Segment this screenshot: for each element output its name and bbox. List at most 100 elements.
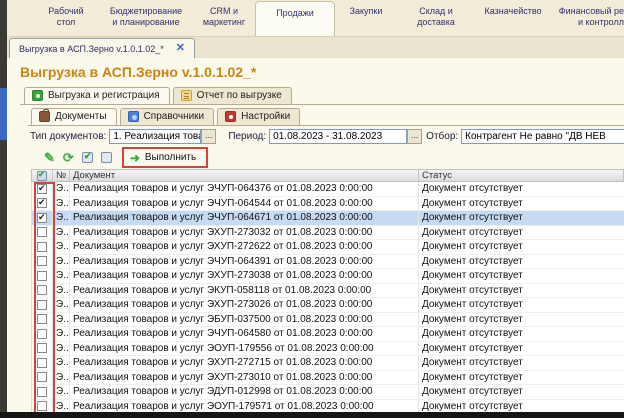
table-row[interactable]: Э.. Реализация товаров и услуг ЭОУП-1795… xyxy=(32,342,624,357)
row-checkbox-cell[interactable] xyxy=(32,327,53,341)
menu-item-desktop[interactable]: Рабочий стол xyxy=(33,0,99,36)
table-row[interactable]: Э.. Реализация товаров и услуг ЭХУП-2730… xyxy=(32,269,624,284)
row-checkbox-cell[interactable] xyxy=(32,400,53,414)
refresh-icon[interactable]: ⟳ xyxy=(63,151,74,164)
execute-button[interactable]: Выполнить xyxy=(145,152,196,163)
menu-item-treasury[interactable]: Казначейство xyxy=(475,0,551,36)
tab-documents[interactable]: Документы xyxy=(31,108,117,125)
document-column-header[interactable]: Документ xyxy=(70,169,419,182)
row-checkbox[interactable] xyxy=(37,387,47,397)
row-checkbox[interactable] xyxy=(37,242,47,252)
table-row[interactable]: Э.. Реализация товаров и услуг ЭХУП-2726… xyxy=(32,240,624,255)
table-row[interactable]: Э.. Реализация товаров и услуг ЭХУП-2727… xyxy=(32,356,624,371)
menu-item-financial-result[interactable]: Финансовый ре и контролл xyxy=(551,0,624,36)
table-row[interactable]: Э.. Реализация товаров и услуг ЭЧУП-0646… xyxy=(32,211,624,226)
row-checkbox[interactable] xyxy=(37,271,47,281)
row-number: Э.. xyxy=(53,298,70,312)
period-field[interactable]: 01.08.2023 - 31.08.2023 xyxy=(269,129,407,144)
menu-item-purchases[interactable]: Закупки xyxy=(335,0,397,36)
row-checkbox[interactable] xyxy=(37,401,47,411)
row-checkbox-cell[interactable] xyxy=(32,342,53,356)
tab-export-and-registration[interactable]: Выгрузка и регистрация xyxy=(24,87,170,104)
period-picker-button[interactable]: ... xyxy=(407,129,422,144)
row-number: Э.. xyxy=(53,197,70,211)
row-checkbox[interactable] xyxy=(37,227,47,237)
doc-type-picker-button[interactable]: ... xyxy=(201,129,216,144)
document-tab[interactable]: Выгрузка в АСП.Зерно v.1.0.1.02_* ✕ xyxy=(9,38,195,58)
select-all-header[interactable] xyxy=(32,169,53,182)
row-checkbox[interactable] xyxy=(37,285,47,295)
row-checkbox[interactable] xyxy=(37,184,47,194)
row-checkbox-cell[interactable] xyxy=(32,182,53,196)
tab-label: Выгрузка и регистрация xyxy=(48,90,160,101)
row-checkbox[interactable] xyxy=(37,329,47,339)
row-number: Э.. xyxy=(53,385,70,399)
row-checkbox-cell[interactable] xyxy=(32,356,53,370)
row-checkbox[interactable] xyxy=(37,314,47,324)
row-status: Документ отсутствует xyxy=(419,298,624,312)
row-checkbox[interactable] xyxy=(37,343,47,353)
table-header: № Документ Статус xyxy=(31,169,624,182)
menu-item-budgeting[interactable]: Бюджетирование и планирование xyxy=(99,0,193,36)
doc-type-label: Тип документов: xyxy=(30,131,106,142)
row-status: Документ отсутствует xyxy=(419,385,624,399)
row-checkbox-cell[interactable] xyxy=(32,197,53,211)
selection-field[interactable]: Контрагент Не равно "ДВ НЕВ xyxy=(461,129,624,144)
row-checkbox[interactable] xyxy=(37,358,47,368)
number-column-header[interactable]: № xyxy=(53,169,70,182)
menu-item-sales[interactable]: Продажи xyxy=(255,1,335,36)
close-icon[interactable]: ✕ xyxy=(176,43,185,54)
row-checkbox-cell[interactable] xyxy=(32,226,53,240)
table-row[interactable]: Э.. Реализация товаров и услуг ЭКУП-0581… xyxy=(32,284,624,299)
table-row[interactable]: Э.. Реализация товаров и услуг ЭБУП-0375… xyxy=(32,313,624,328)
clear-flags-icon[interactable] xyxy=(101,152,112,163)
table-row[interactable]: Э.. Реализация товаров и услуг ЭЧУП-0645… xyxy=(32,197,624,212)
outer-tab-strip: Выгрузка и регистрация Отчет по выгрузке xyxy=(20,84,624,104)
row-checkbox-cell[interactable] xyxy=(32,255,53,269)
window-left-border xyxy=(0,0,7,418)
row-checkbox[interactable] xyxy=(37,300,47,310)
row-document: Реализация товаров и услуг ЭЧУП-064580 о… xyxy=(70,327,419,341)
status-column-header[interactable]: Статус xyxy=(419,169,623,182)
row-checkbox-cell[interactable] xyxy=(32,385,53,399)
table-row[interactable]: Э.. Реализация товаров и услуг ЭХУП-2730… xyxy=(32,226,624,241)
row-checkbox-cell[interactable] xyxy=(32,240,53,254)
table-row[interactable]: Э.. Реализация товаров и услуг ЭЧУП-0645… xyxy=(32,327,624,342)
tab-export-report[interactable]: Отчет по выгрузке xyxy=(173,87,292,104)
row-checkbox[interactable] xyxy=(37,256,47,266)
row-document: Реализация товаров и услуг ЭОУП-179571 о… xyxy=(70,400,419,414)
table-row[interactable]: Э.. Реализация товаров и услуг ЭЧУП-0643… xyxy=(32,182,624,197)
execute-annotation-box: ➜ Выполнить xyxy=(122,147,208,168)
row-number: Э.. xyxy=(53,211,70,225)
row-checkbox-cell[interactable] xyxy=(32,313,53,327)
row-status: Документ отсутствует xyxy=(419,327,624,341)
row-checkbox-cell[interactable] xyxy=(32,371,53,385)
row-number: Э.. xyxy=(53,400,70,414)
row-checkbox-cell[interactable] xyxy=(32,298,53,312)
row-checkbox[interactable] xyxy=(37,198,47,208)
tab-directories[interactable]: Справочники xyxy=(120,108,215,125)
menu-label: Склад и xyxy=(419,6,453,17)
tab-label: Настройки xyxy=(241,111,290,122)
row-document: Реализация товаров и услуг ЭХУП-273032 о… xyxy=(70,226,419,240)
row-checkbox[interactable] xyxy=(37,213,47,223)
row-checkbox-cell[interactable] xyxy=(32,211,53,225)
menu-label: Финансовый ре xyxy=(559,6,624,17)
set-flags-icon[interactable] xyxy=(82,152,93,163)
row-checkbox[interactable] xyxy=(37,372,47,382)
row-status: Документ отсутствует xyxy=(419,197,624,211)
table-row[interactable]: Э.. Реализация товаров и услуг ЭДУП-0129… xyxy=(32,385,624,400)
table-row[interactable]: Э.. Реализация товаров и услуг ЭХУП-2730… xyxy=(32,371,624,386)
row-document: Реализация товаров и услуг ЭОУП-179556 о… xyxy=(70,342,419,356)
menu-item-warehouse[interactable]: Склад и доставка xyxy=(397,0,475,36)
row-checkbox-cell[interactable] xyxy=(32,284,53,298)
table-row[interactable]: Э.. Реализация товаров и услуг ЭХУП-2730… xyxy=(32,298,624,313)
report-icon xyxy=(181,90,192,101)
gear-folder-icon xyxy=(225,111,236,122)
tab-settings[interactable]: Настройки xyxy=(217,108,300,125)
menu-item-crm[interactable]: CRM и маркетинг xyxy=(193,0,255,36)
table-row[interactable]: Э.. Реализация товаров и услуг ЭЧУП-0643… xyxy=(32,255,624,270)
row-checkbox-cell[interactable] xyxy=(32,269,53,283)
doc-type-field[interactable]: 1. Реализация товаров и услуг -: xyxy=(109,129,201,144)
edit-pencil-icon[interactable]: ✎ xyxy=(44,151,55,164)
